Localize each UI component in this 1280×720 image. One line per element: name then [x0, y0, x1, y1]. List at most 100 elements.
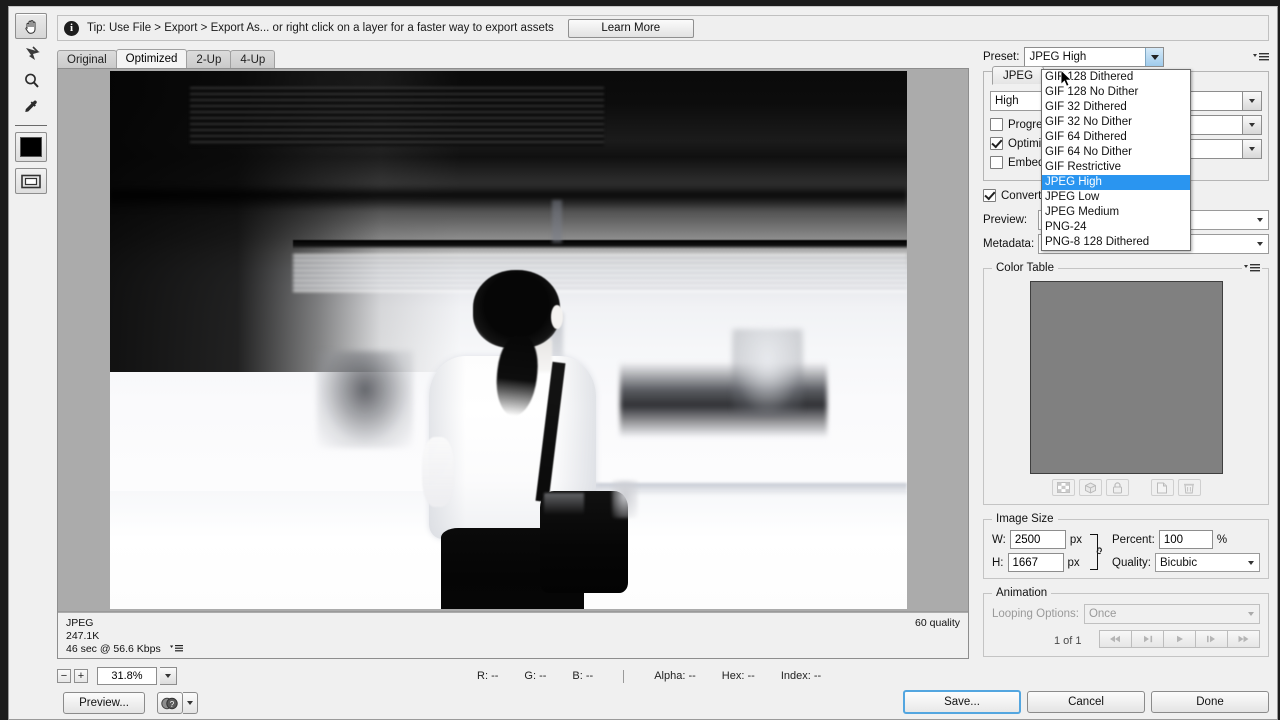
- looping-options-row: Looping Options: Once: [992, 604, 1260, 624]
- color-table-title: Color Table: [992, 262, 1058, 274]
- preset-value: JPEG High: [1029, 51, 1087, 63]
- dropdown-option[interactable]: GIF 64 Dithered: [1042, 130, 1190, 145]
- looping-options-label: Looping Options:: [992, 608, 1079, 620]
- learn-more-button[interactable]: Learn More: [567, 18, 694, 38]
- canvas-frame: JPEG 247.1K 46 sec @ 56.6 Kbps 60 qualit…: [57, 68, 969, 659]
- toolbox-divider: [15, 125, 47, 126]
- transparency-icon[interactable]: [1051, 479, 1075, 496]
- preview-button[interactable]: Preview...: [63, 692, 145, 714]
- lock-color-icon[interactable]: [1105, 479, 1129, 496]
- progressive-checkbox[interactable]: [990, 118, 1003, 131]
- color-table-menu-icon[interactable]: [1242, 263, 1262, 276]
- zoom-level-dropdown[interactable]: [160, 667, 177, 685]
- chevron-down-icon: [1252, 235, 1268, 253]
- cancel-button[interactable]: Cancel: [1027, 691, 1145, 713]
- animation-title: Animation: [992, 587, 1052, 599]
- save-button[interactable]: Save...: [903, 690, 1021, 714]
- dropdown-option[interactable]: GIF 128 Dithered: [1042, 70, 1190, 85]
- convert-to-srgb-checkbox[interactable]: [983, 189, 996, 202]
- zoom-level-input[interactable]: 31.8%: [97, 667, 157, 685]
- tab-4up[interactable]: 4-Up: [230, 50, 276, 68]
- toggle-slices-visibility[interactable]: [15, 168, 47, 194]
- readout-g: G: --: [524, 670, 547, 682]
- percent-label: Percent:: [1112, 533, 1155, 546]
- tip-text: Tip: Use File > Export > Export As... or…: [87, 22, 554, 34]
- width-label: W:: [992, 533, 1006, 546]
- preset-dropdown-list[interactable]: GIF 128 Dithered GIF 128 No Dither GIF 3…: [1041, 69, 1191, 251]
- chevron-down-icon: [1252, 211, 1268, 229]
- new-color-icon[interactable]: [1150, 479, 1174, 496]
- zoom-out-button[interactable]: −: [57, 669, 71, 683]
- optimized-checkbox[interactable]: [990, 137, 1003, 150]
- percent-row: Percent: 100 %: [1112, 530, 1260, 549]
- dropdown-option[interactable]: GIF Restrictive: [1042, 160, 1190, 175]
- color-table-buttons: [992, 479, 1260, 496]
- resample-quality-dropdown[interactable]: Bicubic: [1155, 553, 1260, 572]
- readout-divider: [623, 669, 625, 683]
- height-input[interactable]: 1667: [1007, 553, 1064, 572]
- browser-preview-dropdown[interactable]: [183, 692, 198, 714]
- dropdown-option[interactable]: JPEG Low: [1042, 190, 1190, 205]
- optimize-format: JPEG: [66, 617, 94, 629]
- chevron-down-icon[interactable]: [1242, 92, 1261, 110]
- chevron-down-icon[interactable]: [1242, 116, 1261, 134]
- slice-select-tool[interactable]: [15, 40, 47, 66]
- eyedropper-tool[interactable]: [15, 94, 47, 120]
- hand-tool[interactable]: [15, 13, 47, 39]
- dropdown-option[interactable]: GIF 128 No Dither: [1042, 85, 1190, 100]
- constrain-proportions-icon[interactable]: [1088, 530, 1104, 572]
- settings-panel: Preset: JPEG High GIF 128 Dithered GIF 1…: [983, 47, 1269, 687]
- image-size-group: Image Size W: 2500 px H: 1667 px Percent…: [983, 513, 1269, 579]
- preset-dropdown[interactable]: JPEG High: [1024, 47, 1165, 67]
- resample-quality-row: Quality: Bicubic: [1112, 553, 1260, 572]
- preset-row: Preset: JPEG High GIF 128 Dithered GIF 1…: [983, 47, 1269, 251]
- preset-label: Preset:: [983, 51, 1020, 63]
- web-shift-cube-icon[interactable]: [1078, 479, 1102, 496]
- readout-r: R: --: [477, 670, 499, 682]
- zoom-controls: − + 31.8%: [57, 667, 177, 685]
- first-frame-button: [1099, 630, 1132, 648]
- zoom-tool[interactable]: [15, 67, 47, 93]
- tab-2up[interactable]: 2-Up: [186, 50, 232, 68]
- image-size-title: Image Size: [992, 513, 1058, 525]
- dropdown-option[interactable]: JPEG Medium: [1042, 205, 1190, 220]
- height-label: H:: [992, 556, 1004, 569]
- delete-color-icon[interactable]: [1177, 479, 1201, 496]
- width-input[interactable]: 2500: [1009, 530, 1066, 549]
- zoom-in-button[interactable]: +: [74, 669, 88, 683]
- dropdown-option[interactable]: PNG-8 128 Dithered: [1042, 235, 1190, 250]
- tab-original[interactable]: Original: [57, 50, 117, 68]
- looping-options-value: Once: [1088, 608, 1117, 620]
- embed-color-profile-checkbox[interactable]: [990, 156, 1003, 169]
- preview-label: Preview:: [983, 214, 1028, 226]
- dropdown-option[interactable]: GIF 32 Dithered: [1042, 100, 1190, 115]
- dialog-footer: Preview... ? Save... Cancel Done: [57, 689, 1269, 717]
- image-canvas[interactable]: [58, 69, 968, 612]
- color-table-swatches[interactable]: [1029, 281, 1223, 474]
- next-frame-button: [1195, 630, 1228, 648]
- chevron-down-icon: [1145, 48, 1164, 66]
- optimize-quality-label: 60 quality: [915, 617, 960, 629]
- done-button[interactable]: Done: [1151, 691, 1269, 713]
- color-table-group: Color Table: [983, 262, 1269, 505]
- chevron-down-icon[interactable]: [1242, 140, 1261, 158]
- dropdown-option-selected[interactable]: JPEG High: [1042, 175, 1190, 190]
- dropdown-option[interactable]: GIF 32 No Dither: [1042, 115, 1190, 130]
- dialog-window: i Tip: Use File > Export > Export As... …: [8, 6, 1278, 720]
- settings-panel-menu-icon[interactable]: [1247, 52, 1269, 62]
- percent-input[interactable]: 100: [1158, 530, 1213, 549]
- tip-bar: i Tip: Use File > Export > Export As... …: [57, 15, 1269, 41]
- last-frame-button: [1227, 630, 1260, 648]
- foreground-color-swatch[interactable]: [15, 132, 47, 162]
- optimize-flyout-menu-icon[interactable]: [169, 644, 183, 657]
- toolbox: [15, 13, 53, 194]
- browser-preview-icon[interactable]: ?: [157, 692, 183, 714]
- optimize-filesize: 247.1K: [66, 630, 100, 642]
- dropdown-option[interactable]: PNG-24: [1042, 220, 1190, 235]
- readout-hex: Hex: --: [721, 670, 755, 682]
- tab-optimized[interactable]: Optimized: [115, 49, 188, 68]
- document-pane: Original Optimized 2-Up 4-Up JPEG 247.1K…: [57, 49, 969, 659]
- dropdown-option[interactable]: GIF 64 No Dither: [1042, 145, 1190, 160]
- previous-frame-button: [1131, 630, 1164, 648]
- format-tab-jpeg[interactable]: JPEG: [992, 66, 1045, 85]
